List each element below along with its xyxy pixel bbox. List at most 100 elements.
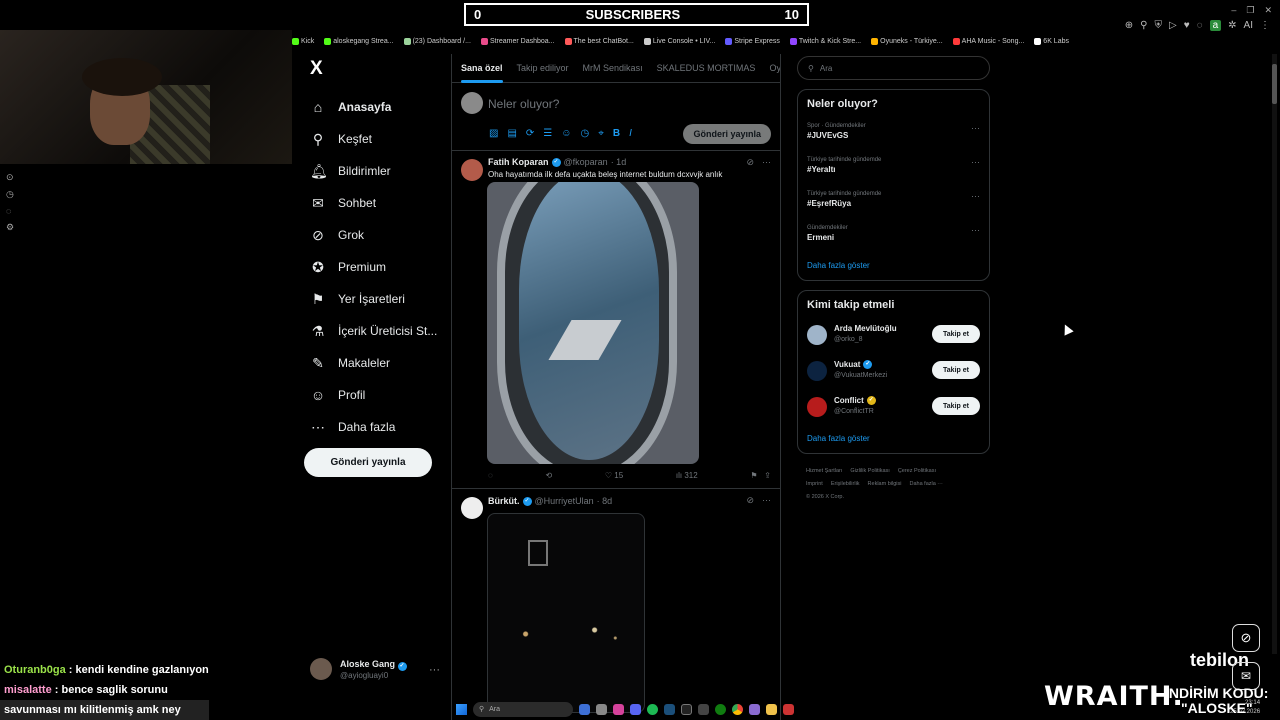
app-icon[interactable] xyxy=(630,703,641,715)
nav-item-articles[interactable]: ✎ Makaleler xyxy=(310,347,437,379)
bookmark-item[interactable]: AHA Music - Song... xyxy=(952,38,1024,45)
nav-item-premium[interactable]: ✪ Premium xyxy=(310,251,437,283)
steam-icon[interactable] xyxy=(664,703,675,715)
tab-0[interactable]: Sana özel xyxy=(461,63,503,83)
extensions-icon[interactable]: ✲ xyxy=(1228,20,1236,31)
footer-link[interactable]: Imprint xyxy=(806,481,823,487)
post-button[interactable]: Gönderi yayınla xyxy=(304,448,432,477)
history-icon[interactable]: ◷ xyxy=(6,189,14,200)
ai-button[interactable]: AI xyxy=(1244,20,1253,31)
search-input[interactable]: ⚲ Ara xyxy=(797,56,990,80)
x-logo[interactable]: X xyxy=(310,58,323,80)
suggestion-name[interactable]: Arda Mevlütoğlu xyxy=(834,324,897,333)
heart-icon[interactable]: ♥ xyxy=(1184,20,1190,31)
grok-icon[interactable]: ⊘ xyxy=(746,495,754,506)
nav-item-profile[interactable]: ☺ Profil xyxy=(310,379,437,411)
bookmark-item[interactable]: Twitch & Kick Stre... xyxy=(789,38,861,45)
bookmark-icon[interactable]: ⚑ ⇪ xyxy=(750,471,771,480)
retweet-icon[interactable]: ⟲ xyxy=(545,471,552,480)
bookmark-item[interactable]: Stripe Express xyxy=(725,38,780,45)
tweet-image[interactable] xyxy=(487,182,699,464)
nav-item-bookmarks[interactable]: ⚑ Yer İşaretleri xyxy=(310,283,437,315)
bold-icon[interactable]: B xyxy=(613,128,620,139)
nav-item-home[interactable]: ⌂ Anasayfa xyxy=(310,91,437,123)
footer-link[interactable]: Çerez Politikası xyxy=(898,468,936,474)
tab-2[interactable]: MrM Sendikası xyxy=(583,63,643,73)
bookmark-item[interactable]: Oyuneks - Türkiye... xyxy=(871,38,943,45)
reply-icon[interactable]: ◌ xyxy=(488,471,493,480)
chat-bubble-icon[interactable]: ◌ xyxy=(6,206,14,216)
close-icon[interactable]: ✕ xyxy=(1264,5,1272,16)
app-icon[interactable] xyxy=(698,703,709,715)
nav-item-grok[interactable]: ⊘ Grok xyxy=(310,219,437,251)
bookmark-item[interactable]: Live Console • LIV... xyxy=(643,38,715,45)
footer-link[interactable]: Erişilebilirlik xyxy=(831,481,860,487)
views-button[interactable]: ılı 312 xyxy=(676,471,698,480)
image-icon[interactable]: ▨ xyxy=(489,128,498,139)
tweet-author-handle[interactable]: @fkoparan xyxy=(564,157,608,167)
app-icon[interactable] xyxy=(579,703,590,715)
bookmark-item[interactable]: (23) Dashboard /... xyxy=(403,38,471,45)
tweet-time[interactable]: · 1d xyxy=(611,157,627,167)
play-icon[interactable]: ⊙ xyxy=(6,172,14,183)
zoom-icon[interactable]: ⊕ xyxy=(1125,20,1133,31)
follow-button[interactable]: Takip et xyxy=(932,361,980,379)
tweet-time[interactable]: · 8d xyxy=(597,496,613,506)
nav-item-notifications[interactable]: 🔔︎ Bildirimler xyxy=(310,155,437,187)
footer-link[interactable]: Hizmet Şartları xyxy=(806,468,842,474)
scrollbar[interactable] xyxy=(1272,54,1277,654)
app-icon[interactable] xyxy=(613,703,624,715)
app-icon[interactable] xyxy=(681,703,692,715)
gif-icon[interactable]: ▤ xyxy=(507,128,516,139)
tweet[interactable]: Bürküt. ✓ @HurriyetUlan · 8d ⊘ ··· xyxy=(452,489,780,720)
app-icon[interactable] xyxy=(749,703,760,715)
play-icon[interactable]: ▷ xyxy=(1169,20,1177,31)
follow-suggestion[interactable]: Arda Mevlütoğlu @orko_8 Takip et xyxy=(807,323,980,351)
chrome-icon[interactable] xyxy=(732,703,743,715)
tweet-author-handle[interactable]: @HurriyetUlan xyxy=(535,496,594,506)
nav-item-more[interactable]: ⋯ Daha fazla xyxy=(310,411,437,443)
pin-icon[interactable]: ⚲ xyxy=(1140,20,1147,31)
nav-item-chat[interactable]: ✉ Sohbet xyxy=(310,187,437,219)
trend-item[interactable]: Gündemdekiler Ermeni ··· xyxy=(807,225,980,242)
folder-icon[interactable] xyxy=(766,703,777,715)
more-icon[interactable]: ··· xyxy=(971,225,980,235)
app-icon[interactable] xyxy=(596,703,607,715)
nav-item-creator-studio[interactable]: ⚗ İçerik Üreticisi St... xyxy=(310,315,438,347)
more-icon[interactable]: ··· xyxy=(971,123,980,133)
schedule-icon[interactable]: ◷ xyxy=(580,128,589,139)
tweet-video[interactable] xyxy=(487,513,645,713)
shield-icon[interactable]: ⛨ xyxy=(1155,20,1163,31)
emoji-icon[interactable]: ☺ xyxy=(561,128,571,139)
app-icon[interactable] xyxy=(783,703,794,715)
bookmark-item[interactable]: Kick xyxy=(292,38,314,45)
tab-1[interactable]: Takip ediliyor xyxy=(517,63,569,73)
location-icon[interactable]: ⌖ xyxy=(598,128,604,139)
nav-item-explore[interactable]: ⚲ Keşfet xyxy=(310,123,437,155)
follow-button[interactable]: Takip et xyxy=(932,325,980,343)
chat-icon[interactable]: ◌ xyxy=(1197,20,1203,31)
footer-link[interactable]: Reklam bilgisi xyxy=(868,481,902,487)
spotify-icon[interactable] xyxy=(647,703,658,715)
more-icon[interactable]: ··· xyxy=(762,157,771,168)
tweet-author-name[interactable]: Fatih Koparan xyxy=(488,157,549,167)
compose-post-button[interactable]: Gönderi yayınla xyxy=(683,124,771,144)
trend-item[interactable]: Spor · Gündemdekiler #JUVEvGS ··· xyxy=(807,123,980,140)
poll-icon[interactable]: ☰ xyxy=(543,128,552,139)
bookmark-item[interactable]: 6K Labs xyxy=(1034,38,1069,45)
maximize-icon[interactable]: ❐ xyxy=(1246,5,1254,16)
tab-3[interactable]: SKALEDUS MORTIMAS xyxy=(657,63,756,73)
like-button[interactable]: ♡ 15 xyxy=(605,471,623,480)
grok-widget-icon[interactable]: ⊘ xyxy=(1232,624,1260,652)
settings-icon[interactable]: ⚙ xyxy=(6,222,14,233)
tweet[interactable]: Fatih Koparan ✓ @fkoparan · 1d ⊘ ··· Oha… xyxy=(452,151,780,489)
trend-item[interactable]: Türkiye tarihinde gündemde #Yeraltı ··· xyxy=(807,157,980,174)
more-icon[interactable]: ··· xyxy=(971,191,980,201)
more-icon[interactable]: ··· xyxy=(762,495,771,506)
suggestion-name[interactable]: Conflict ✓ xyxy=(834,396,876,405)
xbox-icon[interactable] xyxy=(715,703,726,715)
menu-icon[interactable]: ⋮ xyxy=(1260,20,1270,31)
follow-suggestion[interactable]: Vukuat ✓ @VukuatMerkezi Takip et xyxy=(807,359,980,387)
extension-icon[interactable]: a xyxy=(1209,20,1222,31)
footer-link[interactable]: Gizlilik Politikası xyxy=(850,468,889,474)
